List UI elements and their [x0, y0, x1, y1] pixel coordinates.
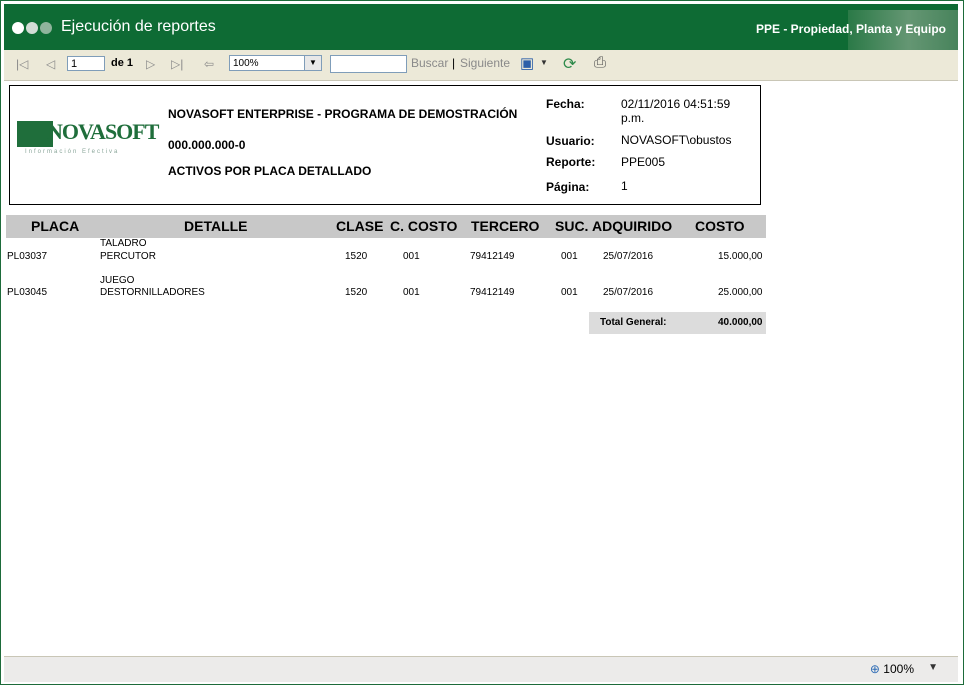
cell-placa: PL03037 [7, 251, 48, 262]
cell-tercero: 79412149 [470, 251, 515, 262]
cell-ccosto: 001 [403, 287, 420, 298]
zoom-value: 100% [233, 58, 259, 69]
cell-detalle-line2: PERCUTOR [100, 251, 156, 262]
company-logo: NOVASOFT Información Efectiva [17, 115, 159, 160]
status-bar: ⊕ 100% ▼ [4, 656, 958, 682]
window-title: Ejecución de reportes [61, 18, 216, 35]
column-header: C. COSTO [390, 218, 458, 234]
cell-detalle-line2: DESTORNILLADORES [100, 287, 205, 298]
column-header: ADQUIRIDO [592, 218, 673, 234]
search-input[interactable] [330, 55, 407, 73]
status-zoom[interactable]: ⊕ 100% [870, 662, 914, 676]
column-header: PLACA [31, 218, 80, 234]
chevron-down-icon[interactable]: ▼ [928, 662, 938, 673]
last-page-icon[interactable]: ▷| [171, 57, 183, 71]
dot-icon [26, 22, 38, 34]
pagina-value: 1 [621, 179, 628, 193]
report-toolbar: |◁ ◁ de 1 ▷ ▷| ⇦ 100% ▼ Buscar | Siguien… [4, 50, 958, 81]
cell-detalle-line1: JUEGO [100, 275, 135, 286]
find-next-button[interactable]: Siguiente [460, 56, 510, 70]
column-header: DETALLE [184, 218, 248, 234]
cell-clase: 1520 [345, 287, 368, 298]
print-icon[interactable]: ⎙ [594, 54, 606, 71]
column-header: SUC. [555, 218, 589, 234]
previous-page-icon[interactable]: ◁ [46, 57, 55, 71]
next-page-icon[interactable]: ▷ [146, 57, 155, 71]
window-dots [12, 21, 54, 39]
titlebar: Ejecución de reportes PPE - Propiedad, P… [4, 4, 958, 50]
export-icon[interactable]: ▣ [520, 54, 534, 72]
column-header: CLASE [336, 218, 384, 234]
fecha-value-ampm: p.m. [621, 111, 645, 125]
page-count: de 1 [111, 57, 134, 69]
usuario-value: NOVASOFT\obustos [621, 133, 732, 147]
report-header-box: NOVASOFT Información Efectiva NOVASOFT E… [9, 85, 761, 205]
find-separator: | [452, 56, 456, 70]
cell-costo: 25.000,00 [718, 287, 763, 298]
pagina-label: Página: [546, 180, 590, 194]
company-nit: 000.000.000-0 [168, 138, 246, 152]
refresh-icon[interactable]: ⟳ [563, 54, 576, 74]
cell-adquirido: 25/07/2016 [603, 287, 654, 298]
back-icon[interactable]: ⇦ [204, 57, 214, 71]
cell-clase: 1520 [345, 251, 368, 262]
dot-icon [40, 22, 52, 34]
cell-adquirido: 25/07/2016 [603, 251, 654, 262]
column-header: COSTO [695, 218, 745, 234]
reporte-value: PPE005 [621, 155, 666, 169]
usuario-label: Usuario: [546, 134, 595, 148]
cell-costo: 15.000,00 [718, 251, 763, 262]
column-header: TERCERO [471, 218, 540, 234]
dot-icon [12, 22, 24, 34]
page-number-input[interactable] [67, 56, 105, 71]
status-zoom-value: 100% [883, 662, 914, 676]
logo-tagline: Información Efectiva [25, 149, 120, 155]
total-value: 40.000,00 [718, 317, 763, 328]
column-header-row: PLACA DETALLE CLASE C. COSTO TERCERO SUC… [6, 215, 766, 238]
reporte-label: Reporte: [546, 155, 596, 169]
chevron-down-icon: ▼ [304, 56, 321, 70]
cell-ccosto: 001 [403, 251, 420, 262]
cell-suc: 001 [561, 287, 578, 298]
logo-brand: NOVASOFT [47, 119, 159, 144]
report-canvas: NOVASOFT Información Efectiva NOVASOFT E… [4, 81, 958, 655]
cell-detalle-line1: TALADRO [100, 238, 147, 249]
fecha-label: Fecha: [546, 97, 585, 111]
company-name: NOVASOFT ENTERPRISE - PROGRAMA DE DEMOST… [168, 107, 518, 121]
find-button[interactable]: Buscar [411, 56, 448, 70]
total-row: Total General: 40.000,00 [589, 312, 766, 334]
cell-tercero: 79412149 [470, 287, 515, 298]
module-title: PPE - Propiedad, Planta y Equipo [755, 22, 946, 36]
total-label: Total General: [600, 317, 667, 328]
zoom-select[interactable]: 100% ▼ [229, 55, 322, 71]
cell-placa: PL03045 [7, 287, 48, 298]
first-page-icon[interactable]: |◁ [16, 57, 28, 71]
cell-suc: 001 [561, 251, 578, 262]
fecha-value: 02/11/2016 04:51:59 [621, 97, 731, 111]
zoom-magnifier-icon: ⊕ [869, 662, 880, 676]
dropdown-arrow-icon[interactable]: ▼ [540, 58, 548, 67]
report-title: ACTIVOS POR PLACA DETALLADO [168, 164, 372, 178]
